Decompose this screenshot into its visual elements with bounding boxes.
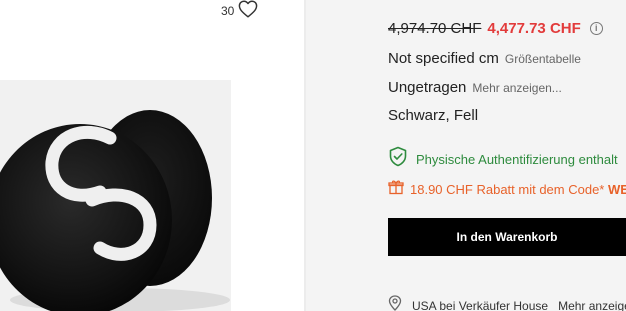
- location-text: USA bei Verkäufer House: [412, 298, 549, 311]
- discount-code: WE: [608, 182, 626, 197]
- authentication-text: Physische Authentifizierung enthalt: [416, 151, 618, 167]
- condition-value: Ungetragen: [388, 79, 467, 96]
- original-price: 4,974.70 CHF: [388, 20, 482, 37]
- location-pin-icon: [388, 295, 402, 311]
- heart-icon: [238, 0, 258, 23]
- shield-check-icon: [388, 146, 408, 172]
- gift-icon: [388, 179, 404, 200]
- condition-more-link[interactable]: Mehr anzeigen...: [472, 81, 561, 95]
- product-gallery: 30: [0, 0, 306, 311]
- product-image[interactable]: [0, 80, 231, 311]
- material-row: Schwarz, Fell: [388, 107, 478, 124]
- discount-text: 18.90 CHF Rabatt mit dem Code* WE: [410, 182, 626, 197]
- sale-price: 4,477.73 CHF: [487, 20, 581, 37]
- add-to-cart-button[interactable]: In den Warenkorb: [388, 218, 626, 256]
- material-value: Schwarz, Fell: [388, 107, 479, 124]
- discount-row: 18.90 CHF Rabatt mit dem Code* WE: [388, 179, 626, 200]
- condition-row: Ungetragen Mehr anzeigen...: [388, 79, 562, 96]
- size-value: Not specified cm: [388, 50, 499, 67]
- discount-amount: 18.90 CHF Rabatt mit dem Code*: [410, 182, 605, 197]
- info-icon[interactable]: i: [589, 22, 603, 35]
- authentication-row[interactable]: Physische Authentifizierung enthalt: [388, 146, 618, 172]
- location-more-link[interactable]: Mehr anzeige: [558, 299, 626, 311]
- like-button[interactable]: 30: [221, 0, 258, 23]
- price-row: 4,974.70 CHF 4,477.73 CHF i: [388, 20, 603, 37]
- size-guide-link[interactable]: Größentabelle: [505, 52, 581, 66]
- size-row: Not specified cm Größentabelle: [388, 50, 581, 67]
- like-count: 30: [221, 4, 235, 18]
- location-row: USA bei Verkäufer House Mehr anzeige: [388, 295, 626, 311]
- product-info-panel: 4,974.70 CHF 4,477.73 CHF i Not specifie…: [306, 0, 626, 311]
